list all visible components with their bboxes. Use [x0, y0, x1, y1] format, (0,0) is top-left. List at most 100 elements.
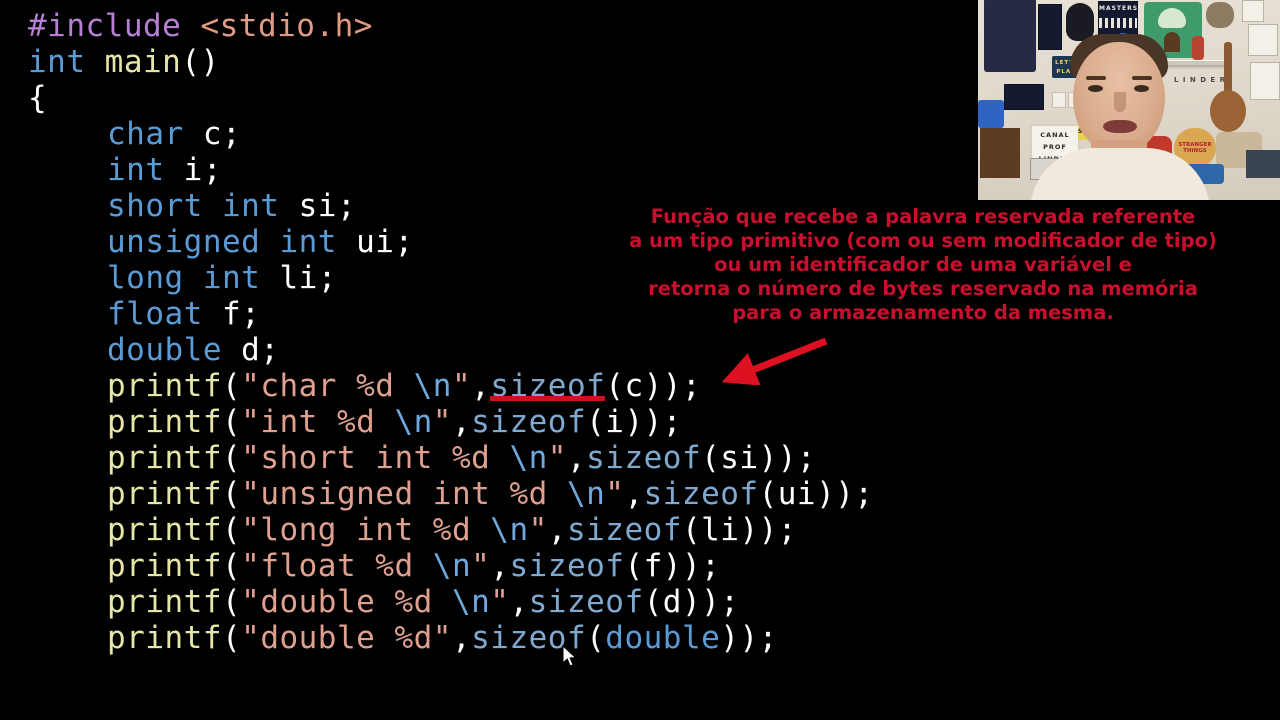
- line-main-token-1: main: [104, 44, 182, 80]
- line-printf-double-type[interactable]: printf("double %d",sizeof(double));: [0, 620, 1280, 656]
- line-decl-long-token-1: li;: [260, 260, 337, 296]
- webcam-presenter-eye-right: [1134, 85, 1149, 92]
- line-printf-double-token-5: ,: [509, 584, 529, 620]
- line-decl-long-token-0: long int: [107, 260, 261, 296]
- line-decl-short-token-1: si;: [279, 188, 357, 224]
- line-printf-long-token-1: (: [221, 512, 242, 548]
- line-printf-char-token-0: printf: [107, 368, 222, 404]
- line-printf-unsigned-token-6: sizeof: [643, 476, 759, 512]
- webcam-figure-shelf-right: [1192, 36, 1204, 60]
- webcam-poster-masters-label: MASTERS: [1099, 5, 1139, 12]
- line-printf-unsigned[interactable]: printf("unsigned int %d \n",sizeof(ui));: [0, 476, 1280, 512]
- webcam-photo-frame-3: [1250, 62, 1280, 100]
- line-decl-char-token-0: char: [107, 116, 184, 152]
- line-printf-int-token-1: (: [221, 404, 242, 440]
- line-printf-double-token-2: "double %d: [241, 584, 452, 620]
- webcam-ukulele-body: [1210, 90, 1246, 132]
- line-include-token-0: #include: [28, 8, 201, 44]
- line-printf-float-token-2: "float %d: [241, 548, 433, 584]
- line-printf-float-token-6: sizeof: [509, 548, 625, 584]
- line-decl-float-token-1: f;: [202, 296, 261, 332]
- line-printf-unsigned-token-5: ,: [624, 476, 644, 512]
- line-printf-double-type-token-7: ));: [720, 620, 778, 656]
- line-printf-int-token-2: "int %d: [241, 404, 395, 440]
- line-printf-double-type-token-2: "double %d": [241, 620, 452, 656]
- webcam-photo-frame-1: [1242, 0, 1264, 22]
- line-printf-long-token-3: \n: [490, 512, 529, 548]
- webcam-poster-dagger: [1038, 4, 1062, 50]
- line-printf-float[interactable]: printf("float %d \n",sizeof(f));: [0, 548, 1280, 584]
- line-printf-double-token-7: (d));: [643, 584, 740, 620]
- line-printf-double[interactable]: printf("double %d \n",sizeof(d));: [0, 584, 1280, 620]
- webcam-presenter-brow-left: [1086, 76, 1106, 80]
- line-printf-double-token-1: (: [221, 584, 242, 620]
- webcam-presenter-mouth: [1103, 120, 1137, 133]
- webcam-books-stack: [1246, 150, 1280, 178]
- line-main-token-2: (): [181, 44, 220, 80]
- line-decl-long[interactable]: long int li;: [0, 260, 1280, 296]
- line-decl-unsigned-token-1: ui;: [336, 224, 414, 260]
- webcam-ukulele: [1224, 42, 1232, 94]
- webcam-stranger-things-label: STRANGER THINGS: [1178, 142, 1212, 154]
- line-decl-double[interactable]: double d;: [0, 332, 1280, 368]
- webcam-presenter-eye-left: [1088, 85, 1103, 92]
- line-printf-short[interactable]: printf("short int %d \n",sizeof(si));: [0, 440, 1280, 476]
- line-printf-float-token-5: ,: [490, 548, 510, 584]
- line-printf-long-token-4: ": [528, 512, 548, 548]
- line-printf-unsigned-token-1: (: [221, 476, 242, 512]
- line-open-brace-token-0: {: [28, 80, 48, 116]
- line-printf-char-token-7: (c));: [605, 368, 702, 404]
- line-main-token-0: int: [28, 44, 105, 80]
- line-decl-int-token-1: i;: [164, 152, 222, 188]
- line-printf-short-token-5: ,: [566, 440, 587, 476]
- line-decl-short-token-0: short int: [107, 188, 280, 224]
- line-printf-short-token-0: printf: [107, 440, 222, 476]
- webcam-light-switch-1: [1052, 92, 1066, 108]
- line-printf-long-token-7: (li));: [681, 512, 797, 548]
- line-decl-float[interactable]: float f;: [0, 296, 1280, 332]
- line-printf-char-token-6: sizeof: [490, 368, 606, 404]
- line-printf-int-token-3: \n: [394, 404, 433, 440]
- line-printf-short-token-7: (si));: [701, 440, 817, 476]
- line-printf-int-token-0: printf: [107, 404, 222, 440]
- presenter-webcam[interactable]: MASTERS LET'S PLAY L I N D E R CANAL PRO…: [978, 0, 1280, 200]
- line-decl-unsigned[interactable]: unsigned int ui;: [0, 224, 1280, 260]
- line-decl-float-token-0: float: [107, 296, 203, 332]
- webcam-plaque-sign: [1004, 84, 1044, 110]
- line-printf-long-token-6: sizeof: [566, 512, 682, 548]
- line-printf-double-token-6: sizeof: [528, 584, 644, 620]
- line-printf-unsigned-token-3: \n: [566, 476, 606, 512]
- line-printf-short-token-4: ": [547, 440, 567, 476]
- line-printf-double-type-token-0: printf: [107, 620, 222, 656]
- line-printf-short-token-2: "short int %d: [241, 440, 510, 476]
- line-printf-char-token-1: (: [221, 368, 242, 404]
- line-printf-double-type-token-3: ,: [451, 620, 472, 656]
- line-printf-unsigned-token-0: printf: [107, 476, 222, 512]
- webcam-speaker: [984, 0, 1036, 72]
- line-printf-char[interactable]: printf("char %d \n",sizeof(c));: [0, 368, 1280, 404]
- webcam-shelf-right: [1166, 60, 1228, 65]
- line-printf-char-token-5: ,: [471, 368, 491, 404]
- line-decl-unsigned-token-0: unsigned int: [107, 224, 337, 260]
- line-printf-int[interactable]: printf("int %d \n",sizeof(i));: [0, 404, 1280, 440]
- line-decl-char-token-1: c;: [183, 116, 242, 152]
- line-decl-int-token-0: int: [107, 152, 165, 188]
- webcam-side-table: [980, 128, 1020, 178]
- line-printf-double-token-4: ": [490, 584, 510, 620]
- line-include-token-1: <stdio.h>: [200, 8, 373, 44]
- webcam-photo-frame-2: [1248, 24, 1278, 56]
- line-printf-int-token-5: ,: [451, 404, 472, 440]
- line-printf-double-type-token-6: double: [605, 620, 721, 656]
- line-printf-short-token-6: sizeof: [586, 440, 702, 476]
- line-printf-short-token-3: \n: [509, 440, 548, 476]
- line-printf-int-token-4: ": [432, 404, 452, 440]
- line-printf-long-token-2: "long int %d: [241, 512, 491, 548]
- line-printf-char-token-3: \n: [413, 368, 452, 404]
- line-printf-float-token-7: (f));: [624, 548, 721, 584]
- line-printf-float-token-3: \n: [432, 548, 472, 584]
- line-printf-char-token-2: "char %d: [241, 368, 414, 404]
- line-printf-long-token-0: printf: [107, 512, 222, 548]
- line-printf-long[interactable]: printf("long int %d \n",sizeof(li));: [0, 512, 1280, 548]
- line-printf-float-token-1: (: [221, 548, 242, 584]
- line-printf-int-token-6: sizeof: [471, 404, 587, 440]
